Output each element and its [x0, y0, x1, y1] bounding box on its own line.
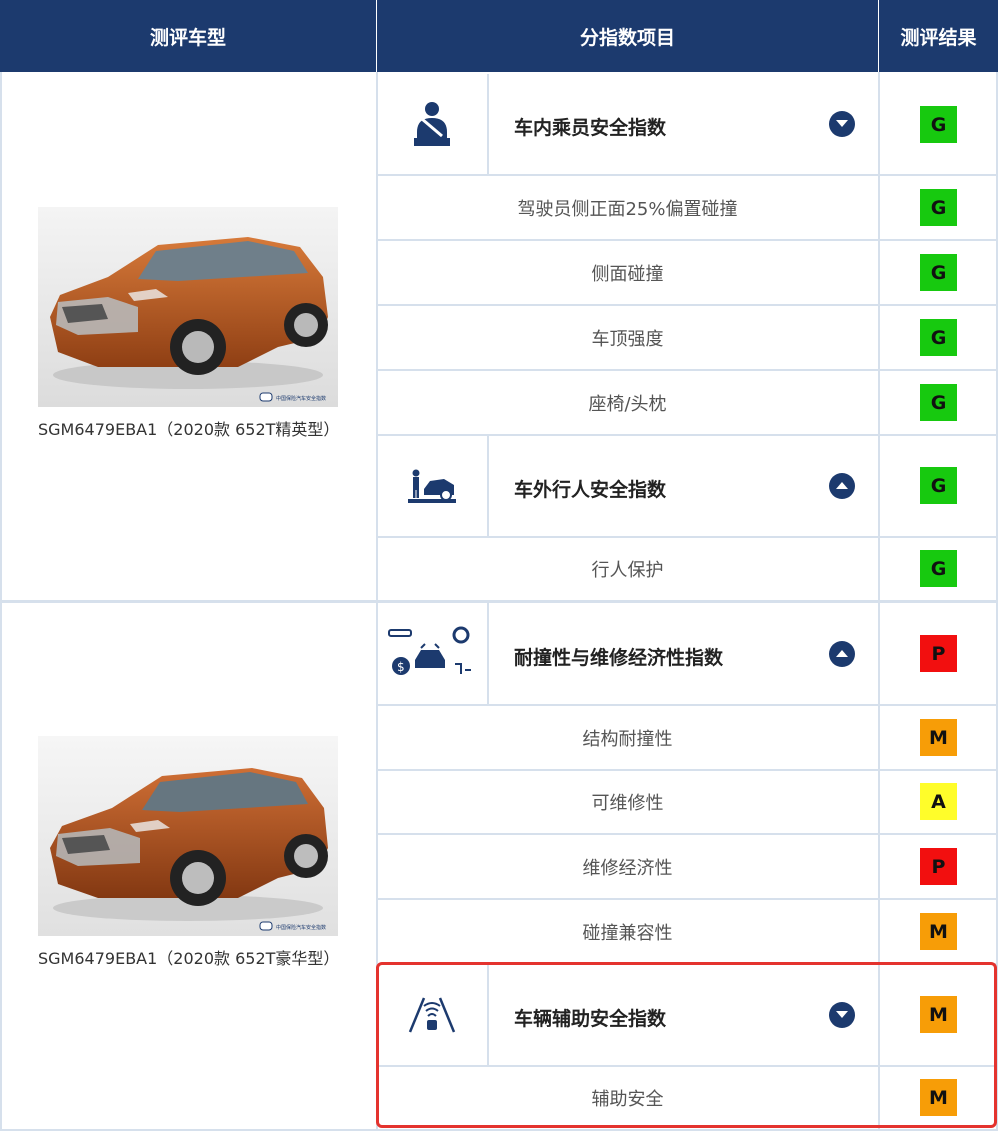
- item-label: 车顶强度: [591, 328, 664, 350]
- category-row[interactable]: 车外行人安全指数: [377, 436, 878, 536]
- car-photo: 中国保险汽车安全指数: [38, 736, 338, 936]
- category-label: 耐撞性与维修经济性指数: [514, 647, 724, 669]
- item-label: 行人保护: [591, 560, 664, 581]
- item-row: 车顶强度: [377, 306, 878, 369]
- category-label: 车内乘员安全指数: [514, 117, 667, 139]
- repair-economy-icon: $: [377, 604, 487, 704]
- item-label: 侧面碰撞: [591, 263, 664, 285]
- result-badge: G: [920, 550, 957, 587]
- item-label: 驾驶员侧正面25%偏置碰撞: [517, 198, 738, 220]
- result-badge: G: [920, 384, 957, 421]
- item-row: 维修经济性: [377, 835, 878, 898]
- chevron-down-icon[interactable]: [829, 111, 855, 137]
- result-badge: M: [920, 719, 957, 756]
- car-model-name: SGM6479EBA1（2020款 652T豪华型）: [38, 949, 340, 968]
- item-row: 侧面碰撞: [377, 241, 878, 304]
- result-badge: M: [920, 913, 957, 950]
- category-row[interactable]: 车内乘员安全指数: [377, 74, 878, 174]
- result-badge: G: [920, 254, 957, 291]
- result-badge: P: [920, 635, 957, 672]
- watermark-text: 中国保险汽车安全指数: [276, 395, 326, 402]
- column-header-result: 测评结果: [879, 0, 998, 72]
- column-header-item: 分指数项目: [377, 0, 878, 72]
- category-label: 车外行人安全指数: [514, 479, 667, 501]
- svg-text:$: $: [397, 660, 405, 674]
- item-label: 座椅/头枕: [588, 393, 667, 415]
- car-model-name: SGM6479EBA1（2020款 652T精英型）: [38, 420, 340, 439]
- item-row: 结构耐撞性: [377, 706, 878, 769]
- item-label: 结构耐撞性: [582, 728, 673, 750]
- highlight-frame: [376, 962, 997, 1128]
- category-row[interactable]: $ 耐撞性与维修经济性指数: [377, 604, 878, 704]
- item-label: 可维修性: [591, 793, 664, 814]
- column-header-model: 测评车型: [0, 0, 376, 72]
- chevron-up-icon[interactable]: [829, 641, 855, 667]
- car-cell: 中国保险汽车安全指数 SGM6479EBA1（2020款 652T豪华型）: [0, 736, 376, 970]
- item-row: 行人保护: [377, 538, 878, 600]
- car-cell: 中国保险汽车安全指数 SGM6479EBA1（2020款 652T精英型）: [0, 207, 376, 441]
- result-badge: G: [920, 106, 957, 143]
- seatbelt-occupant-icon: [377, 74, 487, 174]
- item-label: 维修经济性: [582, 857, 673, 879]
- watermark-text: 中国保险汽车安全指数: [276, 924, 326, 931]
- result-badge: G: [920, 189, 957, 226]
- item-row: 可维修性: [377, 771, 878, 833]
- result-badge: A: [920, 783, 957, 820]
- chevron-up-icon[interactable]: [829, 473, 855, 499]
- result-badge: P: [920, 848, 957, 885]
- item-row: 碰撞兼容性: [377, 900, 878, 963]
- item-label: 碰撞兼容性: [582, 922, 673, 944]
- car-photo: 中国保险汽车安全指数: [38, 207, 338, 407]
- result-badge: G: [920, 319, 957, 356]
- item-row: 座椅/头枕: [377, 371, 878, 434]
- result-badge: G: [920, 467, 957, 504]
- pedestrian-car-icon: [377, 436, 487, 536]
- item-row: 驾驶员侧正面25%偏置碰撞: [377, 176, 878, 239]
- divider: [0, 600, 998, 603]
